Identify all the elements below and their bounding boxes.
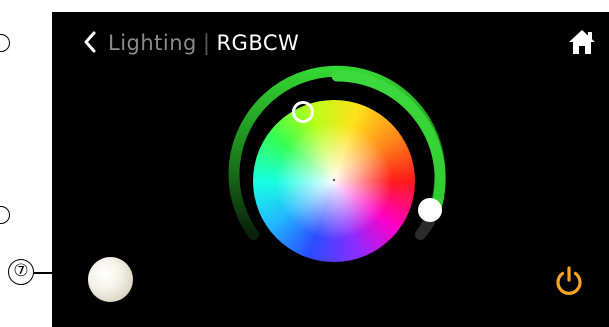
color-selector-handle[interactable] <box>292 101 314 123</box>
breadcrumb-parent[interactable]: Lighting <box>108 31 197 55</box>
margin-marker-top <box>0 34 10 52</box>
device-screen: Lighting | RGBCW <box>52 12 609 327</box>
power-icon[interactable] <box>554 265 584 297</box>
wheel-center-dot <box>333 179 335 181</box>
brightness-slider-handle[interactable] <box>418 198 442 222</box>
brightness-track-end <box>415 216 435 240</box>
selected-color-preview[interactable] <box>88 257 133 302</box>
breadcrumb-separator: | <box>202 31 211 55</box>
margin-marker-middle <box>0 206 10 224</box>
home-icon[interactable] <box>567 28 597 56</box>
chevron-left-icon[interactable] <box>82 30 98 54</box>
color-wheel[interactable] <box>253 100 415 262</box>
callout-number: ⑦ <box>8 259 34 285</box>
